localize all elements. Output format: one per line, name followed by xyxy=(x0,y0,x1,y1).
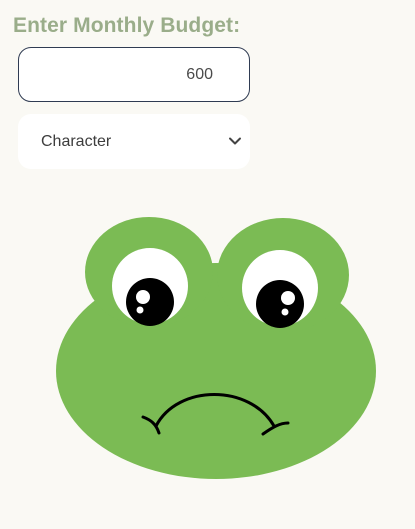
left-eye xyxy=(112,248,188,326)
character-select-value: Character xyxy=(41,132,112,150)
budget-label: Enter Monthly Budget: xyxy=(13,14,241,37)
budget-page: Enter Monthly Budget: Character xyxy=(0,0,415,529)
budget-input[interactable] xyxy=(18,47,250,102)
frog-head xyxy=(56,217,376,479)
character-select[interactable]: Character xyxy=(18,114,250,169)
sad-mouth xyxy=(141,393,290,436)
right-eye xyxy=(242,250,318,328)
chevron-down-icon xyxy=(229,137,241,145)
